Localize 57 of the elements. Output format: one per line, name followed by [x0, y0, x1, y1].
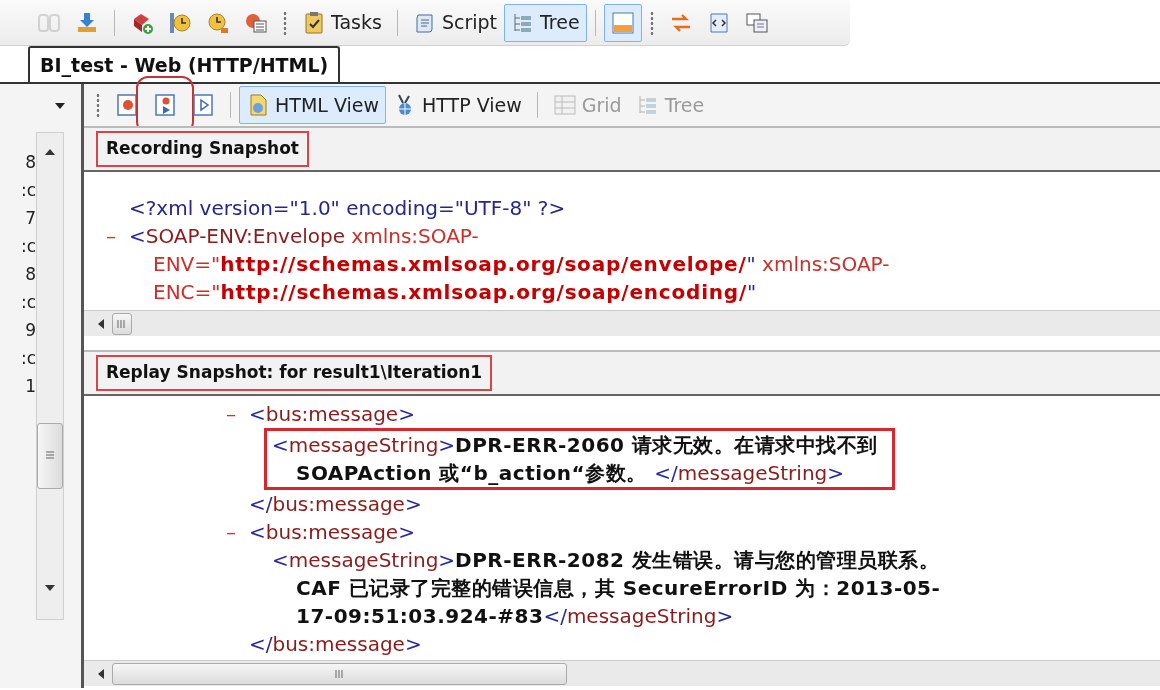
code-line: 17-09:51:03.924-#83</messageString>: [295, 603, 735, 630]
document-tab[interactable]: BI_test - Web (HTTP/HTML): [28, 46, 341, 82]
toolbar-button[interactable]: Tree: [504, 3, 587, 42]
code-line: ENV="http://schemas.xmlsoap.org/soap/envelope/" xmlns:SOAP-: [152, 251, 890, 278]
code-line: <bus:message>: [249, 519, 416, 546]
download-icon: [75, 10, 99, 35]
clock-document-icon: [168, 10, 192, 35]
row-text: 8: [24, 263, 36, 286]
play-icon: [191, 93, 215, 117]
toolbar-button[interactable]: HTML View: [239, 86, 386, 124]
row-text: :c: [19, 347, 36, 370]
grip-handle[interactable]: [96, 93, 100, 117]
grip-handle[interactable]: [283, 10, 287, 35]
row-text: :c: [19, 291, 36, 314]
clock-icon: [206, 10, 230, 35]
scroll-thumb[interactable]: [37, 423, 63, 489]
code-line: <SOAP-ENV:Envelope xmlns:SOAP-: [129, 223, 480, 250]
scroll-left-icon[interactable]: [98, 318, 104, 329]
horizontal-scrollbar[interactable]: [84, 660, 1160, 686]
record-icon: [115, 93, 139, 117]
scroll-thumb[interactable]: [112, 312, 132, 335]
toolbar-button[interactable]: HTTP View: [386, 86, 529, 124]
collapse-toggle[interactable]: –: [106, 222, 129, 250]
collapse-toggle[interactable]: –: [226, 400, 249, 428]
row-text: :c: [19, 235, 36, 258]
scroll-thumb[interactable]: [112, 662, 567, 685]
code-line: SOAPAction 或“b_action“参数。 </messageString>: [295, 460, 846, 487]
code-line: ENC="http://schemas.xmlsoap.org/soap/encoding/": [152, 279, 758, 306]
grid-icon: [552, 93, 577, 117]
row-text: 9: [24, 319, 36, 342]
vertical-scrollbar[interactable]: [36, 132, 64, 620]
windows-icon: [744, 10, 769, 35]
section-title: Replay Snapshot: for result1\Iteration1: [96, 355, 493, 391]
row-text: :c: [19, 179, 36, 202]
code-line: </bus:message>: [249, 631, 423, 658]
clipboard-icon: [302, 10, 326, 35]
toolbar-button[interactable]: Script: [405, 3, 504, 42]
code-line: CAF 已记录了完整的错误信息，其 SecureErrorID 为：2013-05-: [295, 575, 941, 602]
row-text: 8: [24, 151, 36, 174]
section-title: Recording Snapshot: [96, 131, 309, 167]
scroll-down-icon[interactable]: [45, 585, 55, 591]
row-text: 7: [24, 207, 36, 230]
scroll-up-icon[interactable]: [45, 149, 55, 155]
code-line: <bus:message>: [249, 401, 416, 428]
code-line: <messageString>DPR-ERR-2082 发生错误。请与您的管理员联系。: [272, 547, 941, 574]
collapse-toggle[interactable]: –: [226, 518, 249, 546]
scroll-left-icon[interactable]: [98, 668, 104, 679]
code-line: </bus:message>: [249, 491, 423, 518]
row-text: 1: [24, 375, 36, 398]
toolbar-button[interactable]: Tasks: [295, 3, 389, 42]
code-line: <messageString>DPR-ERR-2060 请求无效。在请求中找不到: [272, 432, 878, 459]
dropdown-arrow-icon[interactable]: [55, 103, 65, 109]
horizontal-scrollbar[interactable]: [84, 310, 1160, 336]
grip-handle[interactable]: [649, 10, 654, 35]
code-line: <?xml version="1.0" encoding="UTF-8" ?>: [129, 195, 566, 222]
record-play-icon: [153, 93, 177, 117]
pane-icon: [610, 10, 635, 35]
